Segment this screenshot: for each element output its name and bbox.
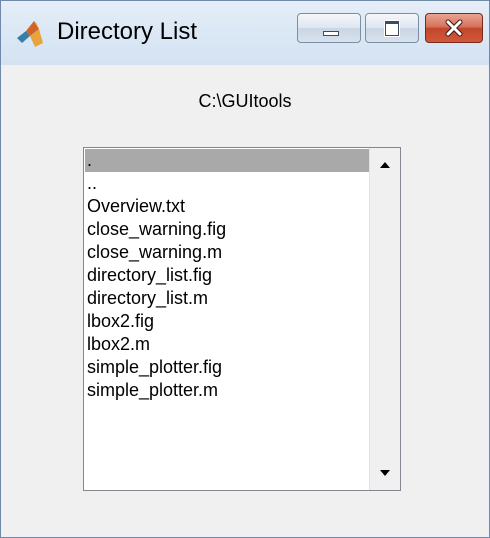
minimize-icon [323, 31, 339, 36]
list-item[interactable]: close_warning.fig [85, 218, 370, 241]
close-button[interactable] [425, 13, 483, 43]
list-item[interactable]: directory_list.fig [85, 264, 370, 287]
directory-list-window: Directory List C:\GUItools ... Overview.t… [0, 0, 490, 538]
scroll-up-button[interactable] [370, 152, 400, 178]
vertical-scrollbar[interactable] [369, 148, 400, 490]
file-list[interactable]: ... Overview.txt close_warning.fig close_wa… [85, 149, 370, 402]
scroll-down-arrow-icon [380, 470, 390, 476]
title-bar[interactable]: Directory List [1, 1, 489, 65]
list-item-selected[interactable]: . [85, 149, 370, 172]
list-item[interactable]: .. [85, 172, 370, 195]
directory-listbox[interactable]: ... Overview.txt close_warning.fig close_wa… [83, 147, 401, 491]
list-item[interactable]: lbox2.fig [85, 310, 370, 333]
list-item[interactable]: directory_list.m [85, 287, 370, 310]
list-item[interactable]: simple_plotter.m [85, 379, 370, 402]
window-title: Directory List [57, 18, 198, 45]
maximize-icon [385, 21, 399, 36]
minimize-button[interactable] [297, 13, 361, 43]
list-item[interactable]: lbox2.m [85, 333, 370, 356]
figure-client-area: C:\GUItools ... Overview.txt close_warning… [9, 65, 481, 531]
list-item[interactable]: close_warning.m [85, 241, 370, 264]
scroll-down-button[interactable] [370, 460, 400, 486]
matlab-logo-icon [15, 19, 45, 49]
list-item[interactable]: simple_plotter.fig [85, 356, 370, 379]
close-icon [426, 14, 482, 42]
scroll-up-arrow-icon [380, 162, 390, 168]
path-label: C:\GUItools [198, 91, 292, 111]
list-item[interactable]: Overview.txt [85, 195, 370, 218]
maximize-button[interactable] [365, 13, 419, 43]
